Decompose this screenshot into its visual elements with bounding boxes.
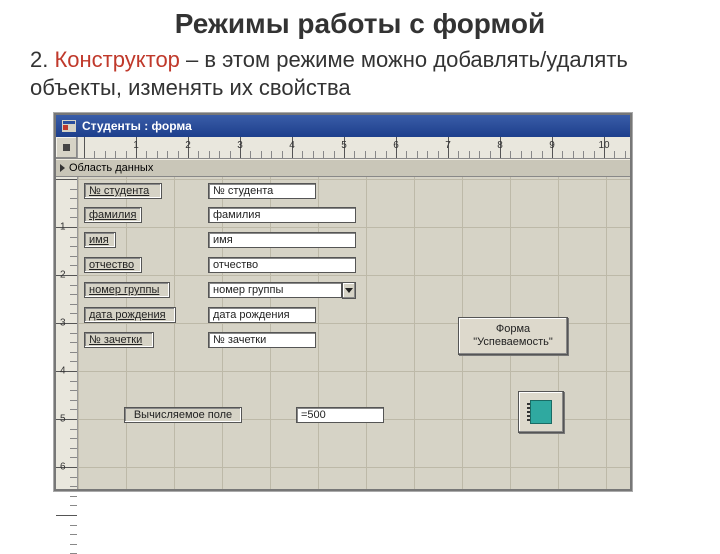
label-group-no[interactable]: номер группы [84, 282, 170, 298]
ruler-h-mark: 5 [341, 140, 347, 151]
design-body: 1 2 3 4 5 6 № студента № студента фамилия фам… [56, 177, 630, 489]
field-student-no[interactable]: № студента [208, 183, 316, 199]
ruler-h-mark: 4 [289, 140, 295, 151]
label-lastname[interactable]: фамилия [84, 207, 142, 223]
form-button-line1: Форма [496, 323, 530, 335]
ruler-h-mark: 7 [445, 140, 451, 151]
vertical-ruler[interactable]: 1 2 3 4 5 6 [56, 177, 78, 489]
ruler-h-mark: 9 [549, 140, 555, 151]
notebook-icon [530, 400, 552, 424]
horizontal-ruler[interactable]: 1 2 3 4 5 6 7 8 9 10 [78, 137, 630, 158]
section-arrow-icon [60, 164, 65, 172]
label-firstname[interactable]: имя [84, 232, 116, 248]
field-calc-expr[interactable]: =500 [296, 407, 384, 423]
desc-number: 2. [30, 47, 48, 72]
form-button-line2: "Успеваемость" [473, 336, 553, 348]
form-icon [62, 120, 76, 132]
ruler-h-mark: 6 [393, 140, 399, 151]
label-recordbook-no[interactable]: № зачетки [84, 332, 154, 348]
ruler-v-mark: 3 [60, 318, 66, 329]
section-header-detail[interactable]: Область данных [56, 159, 630, 177]
notebook-button[interactable] [518, 391, 564, 433]
ruler-row: 1 2 3 4 5 6 7 8 9 10 [56, 137, 630, 159]
form-selector-button[interactable] [56, 137, 78, 158]
ruler-v-mark: 1 [60, 222, 66, 233]
field-lastname[interactable]: фамилия [208, 207, 356, 223]
ruler-h-mark: 3 [237, 140, 243, 151]
design-canvas[interactable]: № студента № студента фамилия фамилия им… [78, 177, 630, 489]
chevron-down-icon [345, 288, 353, 293]
ruler-h-mark: 2 [185, 140, 191, 151]
field-recordbook-no[interactable]: № зачетки [208, 332, 316, 348]
ruler-v-mark: 6 [60, 462, 66, 473]
form-design-window: Студенты : форма 1 2 3 4 5 6 7 8 9 10 Область дан… [54, 113, 632, 491]
field-birthdate[interactable]: дата рождения [208, 307, 316, 323]
combo-dropdown-button[interactable] [342, 282, 356, 299]
field-patronymic[interactable]: отчество [208, 257, 356, 273]
ruler-h-mark: 8 [497, 140, 503, 151]
ruler-h-mark: 1 [133, 140, 139, 151]
label-patronymic[interactable]: отчество [84, 257, 142, 273]
form-button-uspevaemost[interactable]: Форма "Успеваемость" [458, 317, 568, 355]
ruler-h-mark: 10 [598, 140, 609, 151]
desc-keyword: Конструктор [54, 47, 179, 72]
titlebar[interactable]: Студенты : форма [56, 115, 630, 137]
label-calc-field[interactable]: Вычисляемое поле [124, 407, 242, 423]
label-birthdate[interactable]: дата рождения [84, 307, 176, 323]
ruler-v-mark: 5 [60, 414, 66, 425]
field-firstname[interactable]: имя [208, 232, 356, 248]
window-title: Студенты : форма [82, 119, 192, 133]
section-title: Область данных [69, 162, 153, 174]
ruler-v-mark: 2 [60, 270, 66, 281]
page-title: Режимы работы с формой [0, 8, 720, 40]
ruler-v-mark: 4 [60, 366, 66, 377]
description: 2. Конструктор – в этом режиме можно доб… [30, 46, 700, 101]
field-group-no[interactable]: номер группы [208, 282, 342, 298]
label-student-no[interactable]: № студента [84, 183, 162, 199]
